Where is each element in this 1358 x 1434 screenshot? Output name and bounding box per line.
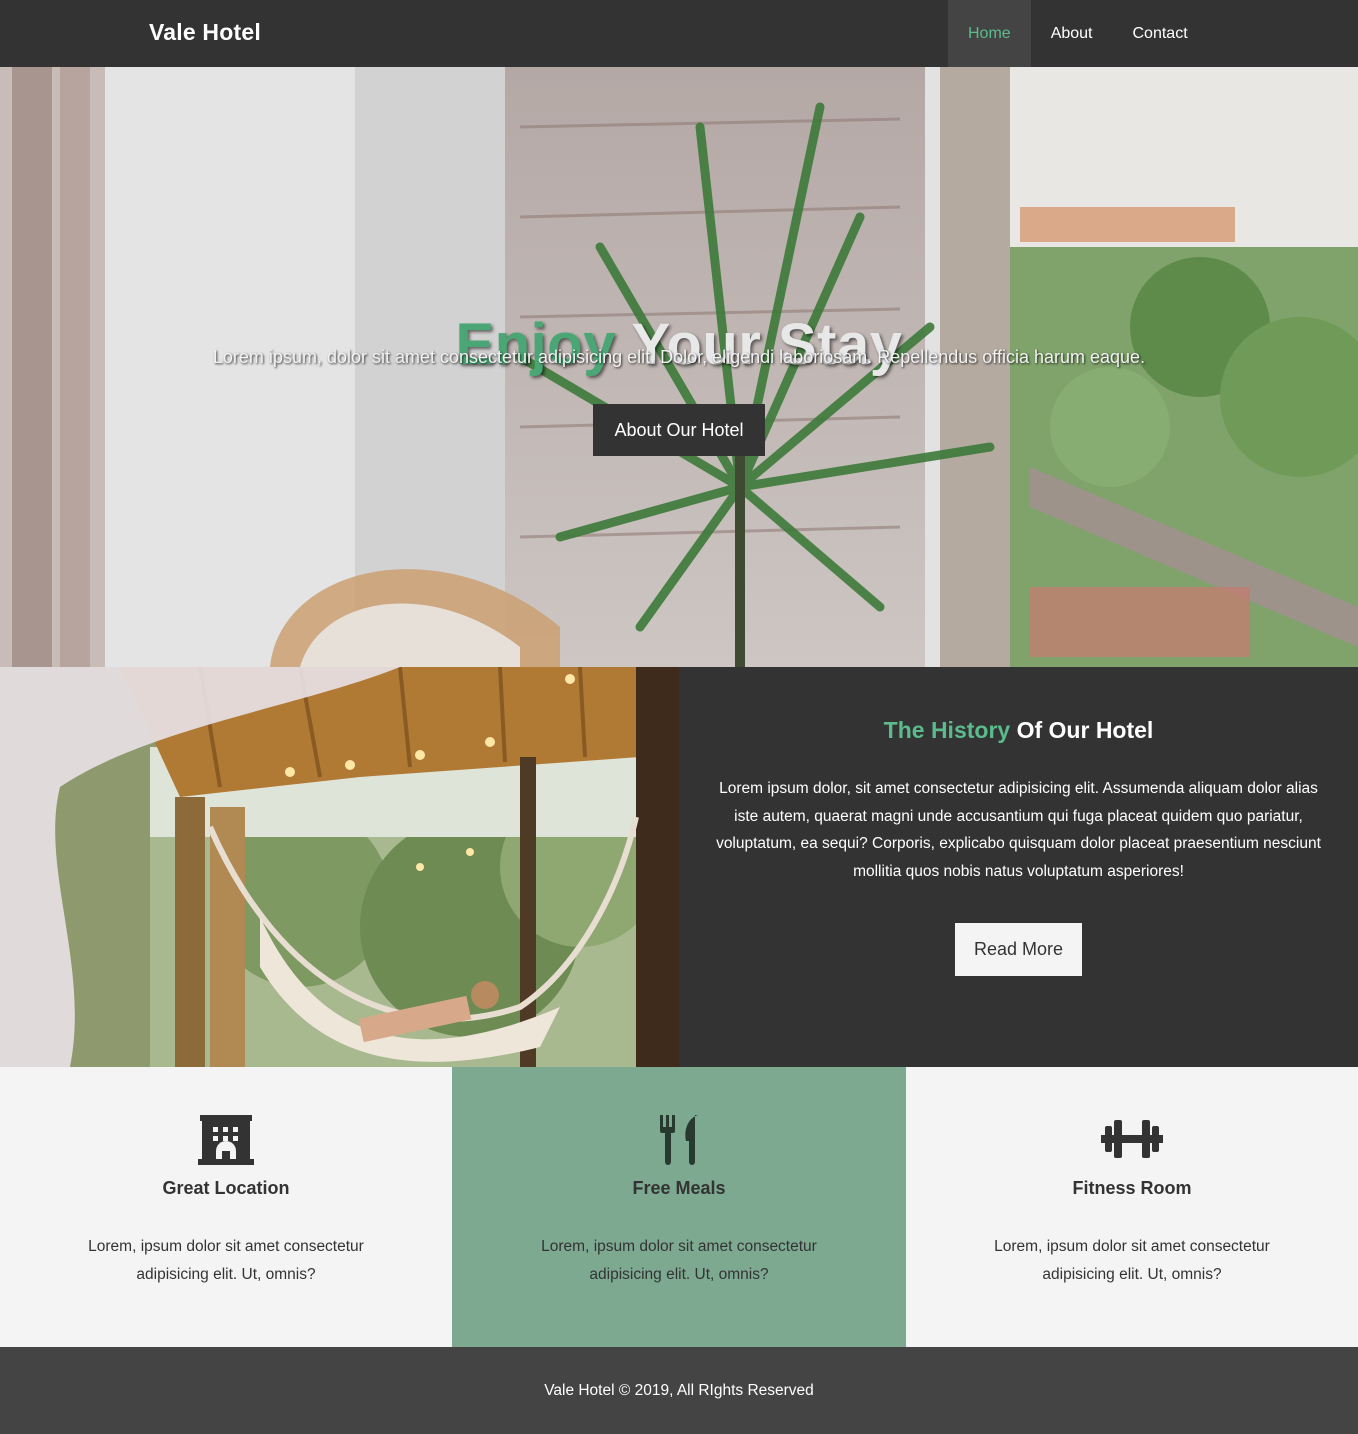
nav-item-about[interactable]: About bbox=[1031, 0, 1113, 67]
nav-menu: Home About Contact bbox=[948, 0, 1208, 67]
feature-great-location: Great Location Lorem, ipsum dolor sit am… bbox=[0, 1067, 452, 1347]
features-section: Great Location Lorem, ipsum dolor sit am… bbox=[0, 1067, 1358, 1347]
utensils-icon bbox=[452, 1115, 906, 1167]
feature-fitness-room: Fitness Room Lorem, ipsum dolor sit amet… bbox=[906, 1067, 1358, 1347]
feature-text: Lorem, ipsum dolor sit amet consectetur … bbox=[994, 1238, 1270, 1283]
history-title: The History Of Our Hotel bbox=[679, 717, 1358, 744]
feature-free-meals: Free Meals Lorem, ipsum dolor sit amet c… bbox=[452, 1067, 906, 1347]
navbar: Vale Hotel Home About Contact bbox=[0, 0, 1358, 67]
history-title-accent: The History bbox=[883, 717, 1011, 743]
feature-text: Lorem, ipsum dolor sit amet consectetur … bbox=[88, 1238, 364, 1283]
history-section: The History Of Our Hotel Lorem ipsum dol… bbox=[0, 667, 1358, 1067]
history-text-panel: The History Of Our Hotel Lorem ipsum dol… bbox=[679, 667, 1358, 1067]
feature-text: Lorem, ipsum dolor sit amet consectetur … bbox=[541, 1238, 817, 1283]
history-title-rest: Of Our Hotel bbox=[1016, 717, 1154, 743]
footer-copyright: Vale Hotel © 2019, All RIghts Reserved bbox=[544, 1382, 814, 1399]
hammock-image bbox=[0, 667, 679, 1067]
feature-title: Free Meals bbox=[632, 1178, 726, 1198]
nav-item-home[interactable]: Home bbox=[948, 0, 1031, 67]
feature-title: Fitness Room bbox=[1072, 1178, 1192, 1198]
brand-logo[interactable]: Vale Hotel bbox=[149, 19, 261, 46]
dumbbell-icon bbox=[906, 1115, 1358, 1167]
feature-title: Great Location bbox=[162, 1178, 290, 1198]
hero-section: Enjoy Your Stay Lorem ipsum, dolor sit a… bbox=[0, 67, 1358, 667]
hero-subtitle: Lorem ipsum, dolor sit amet consectetur … bbox=[212, 347, 1146, 367]
about-hotel-button[interactable]: About Our Hotel bbox=[593, 404, 765, 456]
history-body: Lorem ipsum dolor, sit amet consectetur … bbox=[716, 780, 1321, 880]
hotel-icon bbox=[0, 1115, 452, 1167]
read-more-button[interactable]: Read More bbox=[955, 923, 1082, 976]
footer: Vale Hotel © 2019, All RIghts Reserved bbox=[0, 1347, 1358, 1434]
nav-item-contact[interactable]: Contact bbox=[1113, 0, 1208, 67]
